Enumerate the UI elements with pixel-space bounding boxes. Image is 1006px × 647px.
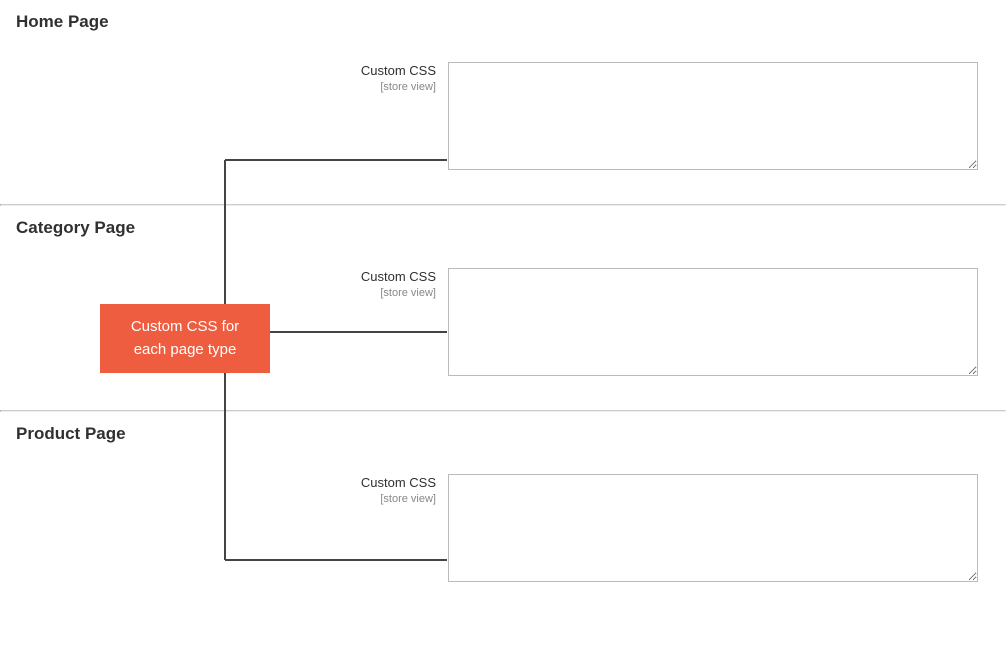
field-label-col: Custom CSS [store view] [16, 474, 448, 506]
section-title-home: Home Page [0, 0, 1006, 48]
field-block-home: Custom CSS [store view] [0, 48, 1006, 204]
field-scope: [store view] [16, 80, 436, 94]
field-scope: [store view] [16, 492, 436, 506]
field-label: Custom CSS [16, 474, 436, 492]
callout-line1: Custom CSS for [131, 318, 239, 335]
custom-css-textarea-product[interactable] [448, 474, 978, 582]
section-title-category: Category Page [0, 206, 1006, 254]
field-scope: [store view] [16, 286, 436, 300]
field-label-col: Custom CSS [store view] [16, 62, 448, 94]
custom-css-textarea-home[interactable] [448, 62, 978, 170]
field-label-col: Custom CSS [store view] [16, 268, 448, 300]
section-title-product: Product Page [0, 412, 1006, 460]
field-label: Custom CSS [16, 62, 436, 80]
field-label: Custom CSS [16, 268, 436, 286]
custom-css-textarea-category[interactable] [448, 268, 978, 376]
callout-line2: each page type [134, 341, 237, 358]
field-block-product: Custom CSS [store view] [0, 460, 1006, 616]
callout-box: Custom CSS for each page type [100, 304, 270, 373]
